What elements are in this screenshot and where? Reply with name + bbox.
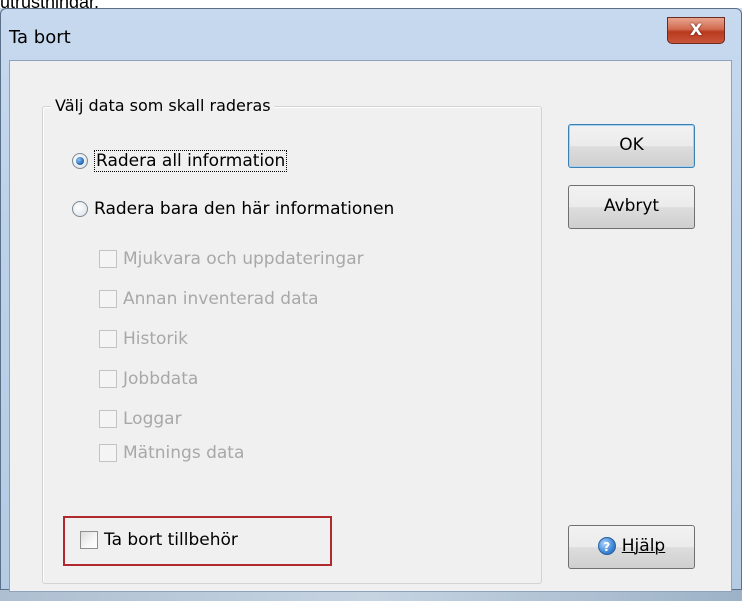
checkbox-job-data-label: Jobbdata	[123, 369, 199, 389]
checkbox-logs-label: Loggar	[123, 409, 182, 429]
dialog-title: Ta bort	[9, 27, 71, 48]
help-button[interactable]: ? Hjälp	[568, 525, 695, 569]
dialog-window: Ta bort X Välj data som skall raderas Ra…	[0, 8, 742, 592]
checkbox-job-data: Jobbdata	[99, 367, 198, 391]
checkbox-logs: Loggar	[99, 407, 182, 431]
radio-delete-partial-indicator[interactable]	[72, 201, 88, 217]
group-legend: Välj data som skall raderas	[51, 96, 275, 115]
checkbox-history-label: Historik	[123, 329, 188, 349]
checkbox-remove-accessories-box[interactable]	[80, 531, 98, 549]
help-icon: ?	[597, 537, 616, 555]
checkbox-remove-accessories[interactable]: Ta bort tillbehör	[80, 528, 238, 552]
dialog-client-area: Välj data som skall raderas Radera all i…	[9, 60, 732, 592]
help-button-content: ? Hjälp	[597, 526, 666, 566]
checkbox-measurement-data: Mätnings data	[99, 441, 244, 465]
close-button[interactable]: X	[667, 17, 725, 44]
checkbox-other-inventory-box	[99, 290, 117, 308]
radio-delete-partial-label: Radera bara den här informationen	[94, 199, 395, 219]
checkbox-software-updates-box	[99, 250, 117, 268]
radio-delete-partial[interactable]: Radera bara den här informationen	[72, 197, 394, 221]
checkbox-logs-box	[99, 410, 117, 428]
checkbox-job-data-box	[99, 370, 117, 388]
radio-delete-all-label: Radera all information	[94, 150, 288, 172]
radio-delete-all[interactable]: Radera all information	[72, 149, 288, 173]
checkbox-software-updates-label: Mjukvara och uppdateringar	[123, 249, 364, 269]
checkbox-software-updates: Mjukvara och uppdateringar	[99, 247, 364, 271]
cancel-button[interactable]: Avbryt	[568, 185, 695, 229]
checkbox-history: Historik	[99, 327, 188, 351]
checkbox-measurement-data-box	[99, 444, 117, 462]
help-button-label: Hjälp	[621, 536, 666, 556]
checkbox-remove-accessories-label: Ta bort tillbehör	[104, 530, 238, 550]
checkbox-measurement-data-label: Mätnings data	[123, 443, 245, 463]
checkbox-other-inventory: Annan inventerad data	[99, 287, 319, 311]
checkbox-other-inventory-label: Annan inventerad data	[123, 289, 319, 309]
radio-delete-all-indicator[interactable]	[72, 153, 88, 169]
checkbox-history-box	[99, 330, 117, 348]
ok-button[interactable]: OK	[568, 124, 695, 168]
